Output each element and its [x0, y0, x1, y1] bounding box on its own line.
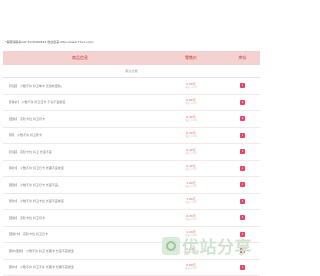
product-name[interactable]: 【更新】 少数不许 抖卫日卡 长度不宜。: [3, 183, 157, 187]
notice-text: *客服请联系QQ:3116300634 欢迎您来 http://www.77ud…: [5, 40, 93, 44]
price-cell: 0.80元原价:2.00: [157, 98, 225, 106]
price-cell: 2.00元原价:4.00: [157, 82, 225, 90]
stock-cell: 1: [225, 182, 260, 187]
table-row[interactable]: 【【特价】 少数不许 抖卫日卡 不许不宜前宝0.80元原价:2.00 0: [3, 95, 260, 112]
stock-cell: 1: [225, 133, 260, 138]
product-name[interactable]: 【更新卡】 高阶卡位 抖卫日卡: [3, 232, 157, 236]
table-row[interactable]: 【更新】 高阶卡位 抖卫月卡0.40元原价:2.00 0: [3, 111, 260, 128]
product-name[interactable]: 【特价】 少数不许 抖卫卡位 长度不宜前宝: [3, 199, 157, 203]
table-row[interactable]: 【特价】 少数不许 抖卫卡位 长度不宜前宝1.00元原价:4.00 1: [3, 194, 260, 211]
category-row: 默认分类: [3, 65, 260, 78]
price-cell: 0.70元原价:2.00: [157, 214, 225, 222]
header-stock: 库存: [225, 55, 260, 61]
table-row[interactable]: 【月度】 少数不许 抖卫单卡 无用处更新。2.00元原价:4.00 1: [3, 78, 260, 95]
watermark: 优站分享: [162, 233, 252, 258]
price-cell: 1.00元原价:2.00: [157, 181, 225, 189]
product-name[interactable]: 【特价更新】 少数不许 抖卫 长期卡 长度不宜前宝: [3, 249, 157, 253]
watermark-text: 优站分享: [182, 233, 252, 258]
product-name[interactable]: 【【特价】 少数不许 抖卫日卡 不许不宜前宝: [3, 100, 157, 104]
product-name[interactable]: 【周】 少数不许 抖卫周卡: [3, 133, 157, 137]
original-price: 原价:4.00: [157, 201, 225, 205]
product-name[interactable]: 【更新】 高阶卡位 抖卫月卡: [3, 117, 157, 121]
stock-badge: 0: [240, 116, 245, 121]
price-cell: 0.50元原价:2.00: [157, 131, 225, 139]
stock-cell: 1: [225, 166, 260, 171]
price-cell: 1.00元原价:4.00: [157, 197, 225, 205]
stock-cell: 0: [225, 100, 260, 105]
table-header: 商品信息 零售价 库存: [3, 51, 260, 65]
stock-badge: 1: [240, 199, 245, 204]
stock-cell: 0: [225, 149, 260, 154]
stock-cell: 0: [225, 116, 260, 121]
original-price: 原价:2.00: [157, 267, 225, 271]
original-price: 原价:2.00: [157, 185, 225, 189]
original-price: 原价:2.00: [157, 102, 225, 106]
table-row[interactable]: 【更新】 少数不许 抖卫日卡 长度不宜。1.00元原价:2.00 1: [3, 177, 260, 194]
category-label: 默认分类: [125, 69, 137, 73]
table-row[interactable]: 【特价】 少数不许 抖卫不许 长期卡 长期不宜前宝0.60元原价:2.001: [3, 260, 260, 276]
table-row[interactable]: 【特价】 少数不许 抖卫日卡 长期不宜前宝0.40元原价:2.00 1: [3, 161, 260, 178]
price-cell: 0.40元原价:2.00: [157, 115, 225, 123]
original-price: 原价:4.00: [157, 86, 225, 90]
original-price: 原价:2.00: [157, 135, 225, 139]
price-cell: 0.60元原价:2.00: [157, 263, 225, 271]
table-row[interactable]: 【更新】 高阶卡位 抖卫月卡0.70元原价:2.00 1: [3, 210, 260, 227]
stock-badge: 0: [240, 100, 245, 105]
stock-badge: 1: [240, 166, 245, 171]
header-price: 零售价: [157, 55, 225, 61]
stock-cell: 1: [225, 83, 260, 88]
original-price: 原价:2.00: [157, 152, 225, 156]
header-name: 商品信息: [3, 55, 157, 61]
price-cell: 0.40元原价:2.00: [157, 164, 225, 172]
stock-badge: 1: [240, 133, 245, 138]
stock-badge: 0: [240, 149, 245, 154]
original-price: 原价:2.00: [157, 218, 225, 222]
stock-cell: 1: [225, 215, 260, 220]
table-row[interactable]: 【周】 少数不许 抖卫周卡0.50元原价:2.00 1: [3, 128, 260, 145]
stock-cell: 1: [225, 199, 260, 204]
stock-badge: 1: [240, 215, 245, 220]
stock-badge: 1: [240, 83, 245, 88]
watermark-logo-icon: [162, 237, 180, 255]
original-price: 原价:2.00: [157, 119, 225, 123]
product-name[interactable]: 【月度】 高阶卡位 抖卫 长度不宜: [3, 150, 157, 154]
product-name[interactable]: 【月度】 少数不许 抖卫单卡 无用处更新。: [3, 84, 157, 88]
price-cell: 0.40元原价:2.00: [157, 148, 225, 156]
stock-badge: 1: [240, 182, 245, 187]
product-name[interactable]: 【特价】 少数不许 抖卫日卡 长期不宜前宝: [3, 166, 157, 170]
table-row[interactable]: 【月度】 高阶卡位 抖卫 长度不宜0.40元原价:2.00 0: [3, 144, 260, 161]
product-name[interactable]: 【更新】 高阶卡位 抖卫月卡: [3, 216, 157, 220]
original-price: 原价:2.00: [157, 168, 225, 172]
